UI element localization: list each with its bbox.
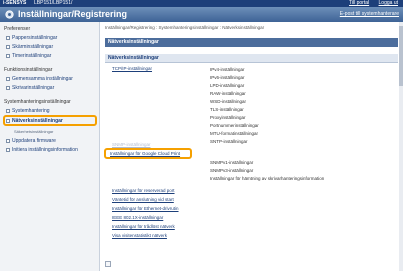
- tcpip-item: TLS-inställningar: [210, 107, 244, 112]
- sidebar-item-paper[interactable]: Pappersinställningar: [6, 35, 57, 41]
- title-bar: Inställningar/Registrering E-post till s…: [0, 7, 403, 22]
- network-statistics-link[interactable]: Visa visitenstatistikt nätverk: [112, 233, 167, 238]
- tcpip-item: RAW-inställningar: [210, 91, 246, 96]
- tcpip-item: WSD-inställningar: [210, 99, 247, 104]
- sidebar-category-preferences: Preferenser: [4, 26, 31, 32]
- wireless-lan-link[interactable]: Inställningar för trådlöst nätverk: [112, 224, 175, 229]
- bullet-icon: [6, 35, 10, 40]
- tcpip-item: SNTP-inställningar: [210, 139, 248, 144]
- bullet-icon: [6, 44, 10, 49]
- scrollbar-thumb[interactable]: [399, 26, 403, 86]
- breadcrumb: Inställningar/Registrering : Systemhante…: [105, 25, 265, 30]
- bullet-icon: [6, 147, 10, 152]
- logout-link[interactable]: Logga ut: [379, 0, 398, 6]
- tcpip-settings-link[interactable]: TCP/IP-inställningar: [112, 66, 152, 71]
- sidebar-category-function: Funktionsinställningar: [4, 67, 53, 73]
- page-title: Inställningar/Registrering: [18, 9, 128, 19]
- snmp-item: SNMPv1-inställningar: [210, 160, 254, 165]
- bullet-icon: [6, 108, 10, 113]
- sidebar-item-system-management[interactable]: Systemhantering: [6, 108, 50, 114]
- sidebar: Preferenser Pappersinställningar Skärmin…: [0, 22, 100, 271]
- sidebar-item-initialize[interactable]: Initiera inställningsinformation: [6, 147, 78, 153]
- section-header: Nätverksinställningar: [105, 38, 398, 47]
- sidebar-item-update-firmware[interactable]: Uppdatera firmware: [6, 138, 56, 144]
- tcpip-item: MTU-formatinställningar: [210, 131, 259, 136]
- bullet-icon: [6, 138, 10, 143]
- page-top-icon[interactable]: [105, 261, 111, 267]
- snmp-item: Inställningar för hämtning av skrivarhan…: [210, 176, 325, 181]
- sidebar-item-display[interactable]: Skärminställningar: [6, 44, 53, 50]
- top-bar: i-SENSYS LBP151/LBP151/ Till portal Logg…: [0, 0, 403, 7]
- bullet-icon: [6, 118, 10, 123]
- sidebar-item-printer[interactable]: Skrivarinställningar: [6, 85, 54, 91]
- reserved-port-link[interactable]: Inställningar för reserverad port: [112, 188, 175, 193]
- sidebar-subitem-security[interactable]: Säkerhetsinställningar: [14, 129, 53, 134]
- sidebar-category-system: Systemhanteringsinställningar: [4, 99, 71, 105]
- tcpip-item: IPv4-inställningar: [210, 67, 245, 72]
- subsection-header: Nätverksinställningar: [105, 54, 398, 63]
- brand-logo: i-SENSYS: [3, 0, 27, 6]
- bullet-icon: [6, 76, 10, 81]
- sidebar-item-common[interactable]: Gemensamma inställningar: [6, 76, 73, 82]
- scrollbar[interactable]: [399, 22, 403, 271]
- tcpip-item: Proxyinställningar: [210, 115, 246, 120]
- ethernet-driver-link[interactable]: Inställningar för Ethernet-drivrutin: [112, 206, 179, 211]
- sidebar-item-network[interactable]: Nätverksinställningar: [6, 118, 63, 124]
- top-links: Till portal Logga ut: [341, 0, 398, 7]
- ieee8021x-link[interactable]: IEEE 802.1X-inställningar: [112, 215, 163, 220]
- sidebar-item-timer[interactable]: Timerinställningar: [6, 53, 51, 59]
- email-admin-link[interactable]: E-post till systemhanterare: [340, 11, 399, 17]
- google-cloud-print-link[interactable]: Inställningar för Google Cloud Print: [110, 151, 180, 156]
- settings-gear-icon: [5, 10, 14, 19]
- startup-wait-link[interactable]: Väntetid för anslutning vid start: [112, 197, 174, 202]
- tcpip-item: Portnummerinställningar: [210, 123, 259, 128]
- main-content: Inställningar/Registrering : Systemhante…: [102, 22, 403, 271]
- device-model: LBP151/LBP151/: [34, 0, 73, 6]
- tcpip-item: IPv6-inställningar: [210, 75, 245, 80]
- bullet-icon: [6, 85, 10, 90]
- tcpip-item: LPD-inställningar: [210, 83, 245, 88]
- bullet-icon: [6, 53, 10, 58]
- snmp-item: SNMPv3-inställningar: [210, 168, 254, 173]
- snmp-settings-link[interactable]: SNMP-inställningar: [112, 142, 151, 147]
- to-portal-link[interactable]: Till portal: [349, 0, 369, 6]
